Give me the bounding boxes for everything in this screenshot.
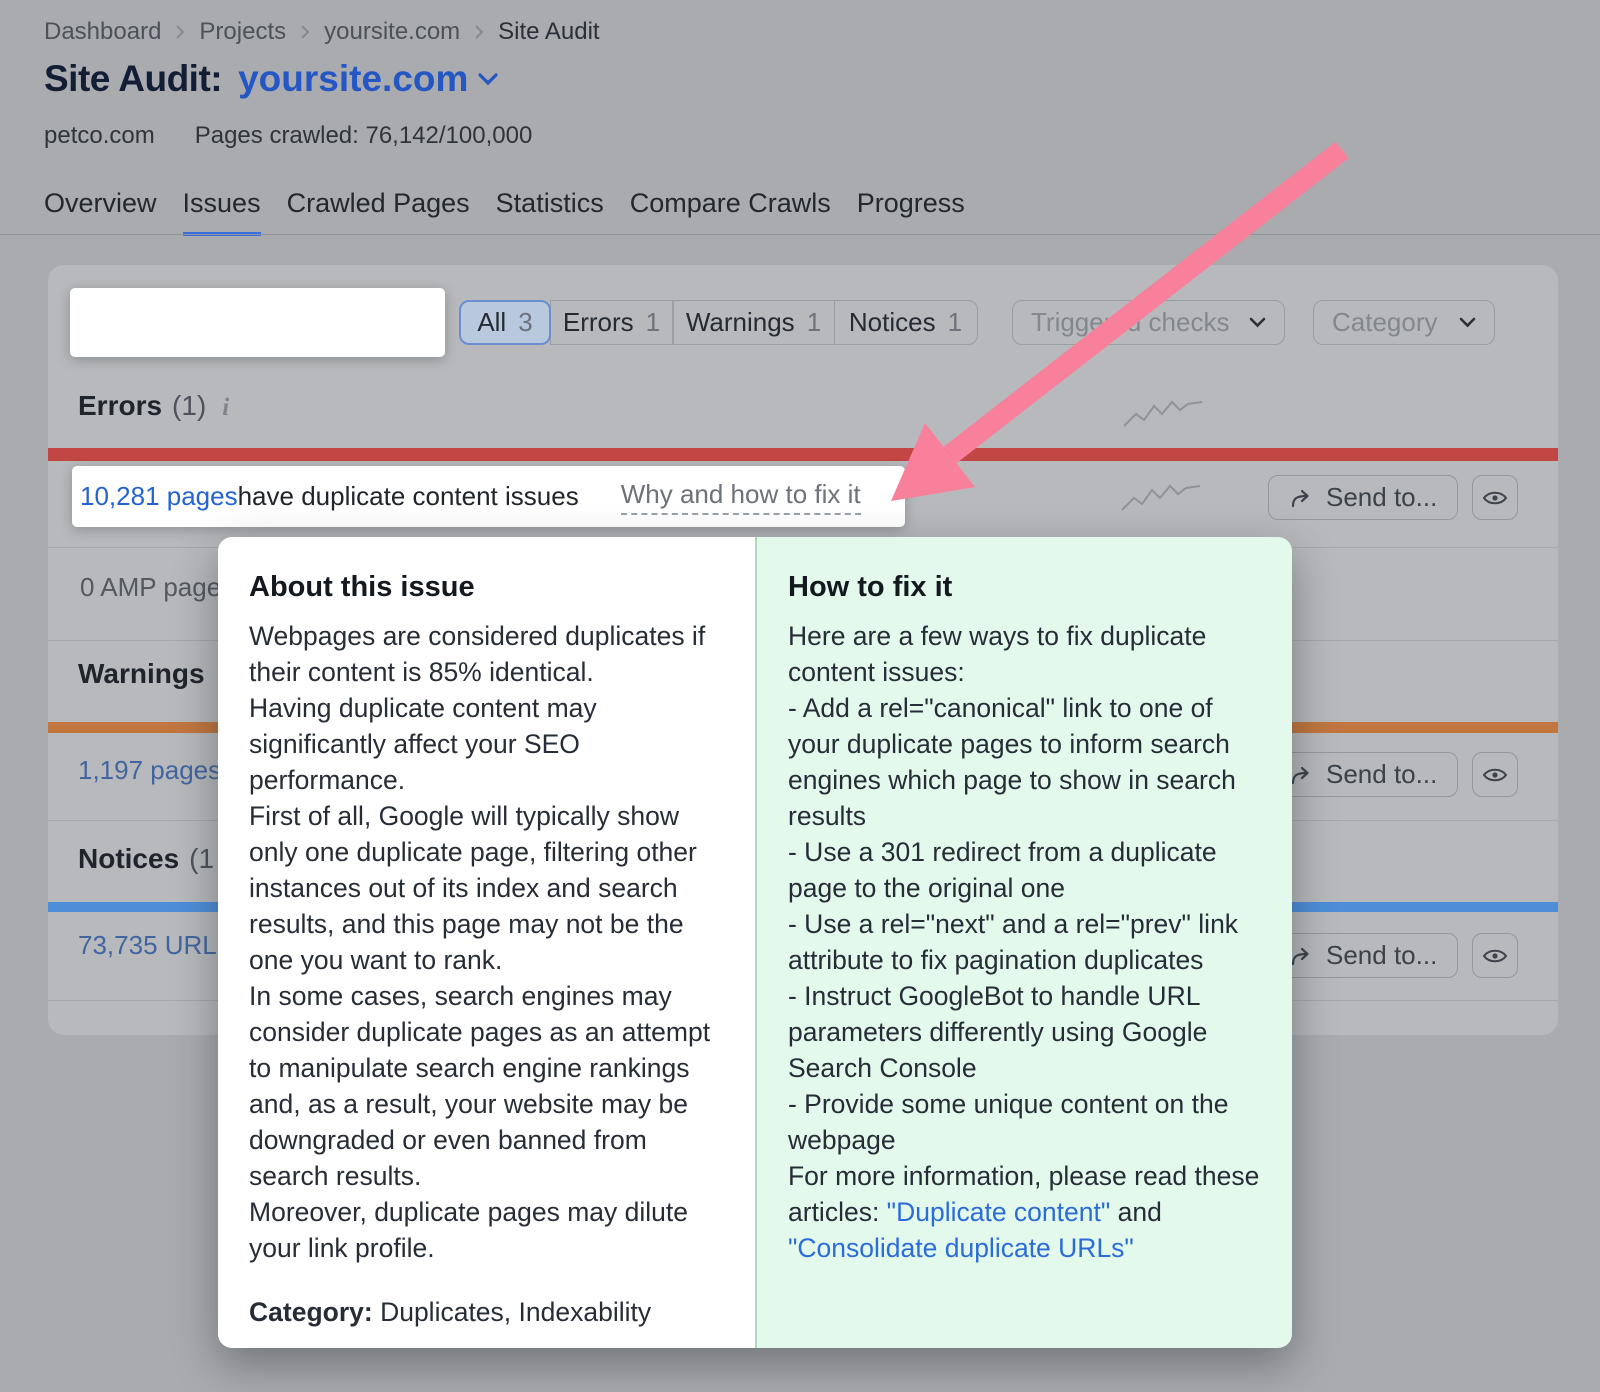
filter-warnings-count: 1 xyxy=(807,307,821,338)
severity-filter: All 3 Errors 1 Warnings 1 Notices 1 xyxy=(459,300,978,345)
breadcrumb-item-site[interactable]: yoursite.com xyxy=(324,18,460,46)
why-and-how-to-fix-link[interactable]: Why and how to fix it xyxy=(621,479,861,515)
tab-bar: Overview Issues Crawled Pages Statistics… xyxy=(44,188,965,236)
filter-notices[interactable]: Notices 1 xyxy=(834,300,978,345)
chevron-right-icon xyxy=(300,24,310,40)
notice-urls-link[interactable]: 73,735 URL xyxy=(78,930,217,961)
notices-section-header: Notices (1 xyxy=(78,843,214,875)
about-heading: About this issue xyxy=(249,571,727,604)
warnings-section-header: Warnings xyxy=(78,658,205,690)
filter-notices-label: Notices xyxy=(849,307,936,338)
filter-errors-label: Errors xyxy=(563,307,634,338)
chevron-right-icon xyxy=(474,24,484,40)
project-name[interactable]: yoursite.com xyxy=(238,58,468,100)
send-to-label: Send to... xyxy=(1326,940,1437,971)
duplicate-content-article-link[interactable]: "Duplicate content" xyxy=(887,1197,1111,1227)
chevron-down-icon xyxy=(478,73,498,86)
share-arrow-icon xyxy=(1289,487,1313,509)
category-value: Duplicates, Indexability xyxy=(373,1297,651,1327)
errors-count: (1) xyxy=(172,390,206,421)
tab-compare-crawls[interactable]: Compare Crawls xyxy=(630,188,831,236)
warnings-title: Warnings xyxy=(78,658,205,689)
filter-all-label: All xyxy=(477,307,506,338)
breadcrumb-item-site-audit: Site Audit xyxy=(498,18,599,46)
breadcrumb-item-dashboard[interactable]: Dashboard xyxy=(44,18,161,46)
about-body: Webpages are considered duplicates if th… xyxy=(249,618,727,1266)
category-label: Category xyxy=(1332,307,1438,338)
breadcrumb-item-projects[interactable]: Projects xyxy=(199,18,286,46)
send-to-label: Send to... xyxy=(1326,759,1437,790)
tab-issues[interactable]: Issues xyxy=(183,188,261,236)
issue-description: have duplicate content issues xyxy=(238,481,579,512)
trend-sparkline-icon xyxy=(1122,394,1204,434)
fix-body-and: and xyxy=(1110,1197,1162,1227)
notices-count: (1 xyxy=(189,843,214,874)
chevron-right-icon xyxy=(175,24,185,40)
eye-icon xyxy=(1482,489,1508,507)
fix-body-text: Here are a few ways to fix duplicate con… xyxy=(788,621,1259,1227)
how-to-fix-panel: How to fix it Here are a few ways to fix… xyxy=(755,537,1292,1348)
triggered-checks-label: Triggered checks xyxy=(1031,307,1229,338)
filter-warnings[interactable]: Warnings 1 xyxy=(672,300,835,345)
hide-issue-button[interactable] xyxy=(1472,752,1518,797)
project-selector[interactable]: yoursite.com xyxy=(238,58,498,100)
hide-issue-button[interactable] xyxy=(1472,475,1518,520)
send-to-button[interactable]: Send to... xyxy=(1268,475,1458,520)
hide-issue-button[interactable] xyxy=(1472,933,1518,978)
pages-crawled-label: Pages crawled: 76,142/100,000 xyxy=(195,122,533,150)
tabs-divider xyxy=(0,234,1600,235)
about-this-issue-panel: About this issue Webpages are considered… xyxy=(218,537,755,1348)
issue-details-tooltip: About this issue Webpages are considered… xyxy=(218,537,1292,1348)
tab-crawled-pages[interactable]: Crawled Pages xyxy=(287,188,470,236)
issue-category-line: Category: Duplicates, Indexability xyxy=(249,1294,727,1330)
project-domain: petco.com xyxy=(44,122,155,150)
filter-all-count: 3 xyxy=(518,307,532,338)
page-title: Site Audit: yoursite.com xyxy=(44,58,498,100)
category-label: Category: xyxy=(249,1297,373,1327)
trend-sparkline-icon xyxy=(1120,478,1202,518)
fix-body: Here are a few ways to fix duplicate con… xyxy=(788,618,1264,1266)
consolidate-duplicate-urls-article-link[interactable]: "Consolidate duplicate URLs" xyxy=(788,1233,1134,1263)
share-arrow-icon xyxy=(1289,945,1313,967)
filter-errors[interactable]: Errors 1 xyxy=(550,300,674,345)
search-spotlight xyxy=(70,288,445,357)
share-arrow-icon xyxy=(1289,764,1313,786)
errors-severity-bar xyxy=(48,448,1558,461)
affected-pages-link[interactable]: 10,281 pages xyxy=(80,481,238,512)
filter-notices-count: 1 xyxy=(948,307,962,338)
filter-warnings-label: Warnings xyxy=(686,307,795,338)
errors-section-header: Errors (1) i xyxy=(78,390,229,422)
tab-overview[interactable]: Overview xyxy=(44,188,157,236)
send-to-button[interactable]: Send to... xyxy=(1268,933,1458,978)
errors-title: Errors xyxy=(78,390,162,421)
page-title-prefix: Site Audit: xyxy=(44,58,222,100)
tab-statistics[interactable]: Statistics xyxy=(496,188,604,236)
send-to-label: Send to... xyxy=(1326,482,1437,513)
warning-pages-link[interactable]: 1,197 pages xyxy=(78,755,221,786)
eye-icon xyxy=(1482,766,1508,784)
tab-progress[interactable]: Progress xyxy=(857,188,965,236)
breadcrumb: Dashboard Projects yoursite.com Site Aud… xyxy=(44,18,600,46)
filter-all[interactable]: All 3 xyxy=(459,300,551,345)
notices-title: Notices xyxy=(78,843,179,874)
error-issue-row: 10,281 pages have duplicate content issu… xyxy=(72,466,905,527)
chevron-down-icon xyxy=(1459,317,1476,328)
fix-heading: How to fix it xyxy=(788,571,1264,604)
amp-issue-row: 0 AMP page xyxy=(80,572,221,603)
triggered-checks-dropdown[interactable]: Triggered checks xyxy=(1012,300,1285,345)
chevron-down-icon xyxy=(1249,317,1266,328)
send-to-button[interactable]: Send to... xyxy=(1268,752,1458,797)
category-dropdown[interactable]: Category xyxy=(1313,300,1495,345)
filter-errors-count: 1 xyxy=(646,307,660,338)
info-icon[interactable]: i xyxy=(222,394,229,421)
project-meta: petco.com Pages crawled: 76,142/100,000 xyxy=(44,122,532,150)
eye-icon xyxy=(1482,947,1508,965)
